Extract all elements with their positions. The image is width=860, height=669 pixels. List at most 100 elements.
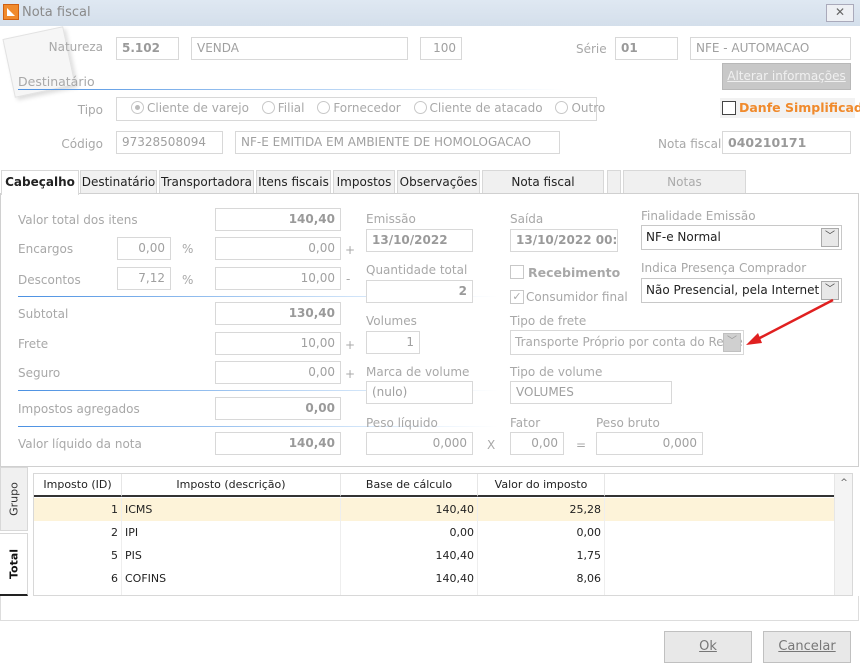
column-header-id[interactable]: Imposto (ID) — [34, 474, 122, 497]
encargos-pct-field[interactable]: 0,00 — [117, 237, 171, 260]
plus-sign: + — [345, 338, 356, 352]
alterar-informacoes-button[interactable]: Alterar informações — [722, 63, 851, 90]
radio-outro[interactable]: Outro — [555, 101, 605, 115]
column-header-valor[interactable]: Valor do imposto — [478, 474, 605, 497]
app-icon — [3, 4, 19, 20]
subtotal-field[interactable]: 130,40 — [215, 302, 341, 325]
tab-notas-referenciadas[interactable]: Notas Referenciadas — [623, 170, 746, 211]
tab-impostos[interactable]: Impostos — [333, 170, 395, 194]
column-header-descricao[interactable]: Imposto (descrição) — [122, 474, 341, 497]
descontos-pct-field[interactable]: 7,12 — [117, 267, 171, 290]
cell-base: 140,40 — [341, 567, 478, 590]
fator-field[interactable]: 0,00 — [510, 432, 564, 455]
tipo-volume-field[interactable]: VOLUMES — [510, 381, 672, 404]
tab-nota-fiscal-eletronica[interactable]: Nota fiscal eletrônica — [482, 170, 604, 211]
codigo-desc-field[interactable]: NF-E EMITIDA EM AMBIENTE DE HOMOLOGACAO — [235, 131, 560, 154]
tab-itens-fiscais[interactable]: Itens fiscais — [256, 170, 331, 194]
cell-id: 6 — [34, 567, 122, 590]
natureza-code-field[interactable]: 5.102 — [116, 37, 179, 60]
saida-field[interactable]: 13/10/2022 00:0 — [510, 229, 618, 252]
panel-footer — [0, 596, 859, 621]
tab-transportadora[interactable]: Transportadora — [159, 170, 254, 194]
column-header-base[interactable]: Base de cálculo — [341, 474, 478, 497]
tab-observacoes[interactable]: Observações — [397, 170, 480, 194]
checkbox-icon — [510, 265, 524, 279]
peso-bruto-field[interactable]: 0,000 — [596, 432, 703, 455]
volumes-label: Volumes — [366, 314, 417, 328]
marca-volume-label: Marca de volume — [366, 365, 470, 379]
seguro-field[interactable]: 0,00 — [215, 361, 341, 384]
radio-fornecedor[interactable]: Fornecedor — [317, 101, 401, 115]
encargos-value-field[interactable]: 0,00 — [215, 237, 341, 260]
danfe-simplificado-checkbox[interactable]: Danfe Simplificado — [720, 98, 860, 118]
table-row[interactable]: 1 ICMS 140,40 25,28 — [34, 498, 834, 521]
destinatario-section-label: Destinatário — [18, 74, 95, 89]
tab-destinatario[interactable]: Destinatário — [80, 170, 157, 194]
serie-code-field[interactable]: 01 — [615, 37, 678, 60]
nota-fiscal-field[interactable]: 040210171 — [722, 131, 851, 154]
equals-sign: = — [576, 438, 587, 452]
side-tab-grupo[interactable]: Grupo — [0, 467, 28, 531]
radio-icon — [555, 101, 569, 114]
valor-liquido-field[interactable]: 140,40 — [215, 432, 341, 455]
natureza-desc-field[interactable]: VENDA — [191, 37, 408, 60]
quantidade-total-field[interactable]: 2 — [366, 280, 473, 303]
seguro-label: Seguro — [18, 366, 61, 380]
finalidade-label: Finalidade Emissão — [641, 209, 756, 223]
peso-liquido-field[interactable]: 0,000 — [366, 432, 473, 455]
minus-sign: - — [346, 272, 351, 286]
percent-sign: % — [182, 273, 194, 287]
tipo-frete-select[interactable]: Transporte Próprio por conta do Remetent… — [510, 330, 744, 355]
tipo-frete-value: Transporte Próprio por conta do Remetent… — [515, 335, 743, 349]
serie-desc-field[interactable]: NFE - AUTOMACAO — [690, 37, 851, 60]
emissao-field[interactable]: 13/10/2022 — [366, 229, 473, 252]
cell-valor: 8,06 — [478, 567, 605, 590]
ok-button[interactable]: Ok — [664, 631, 752, 663]
descontos-value-field[interactable]: 10,00 — [215, 267, 341, 290]
cell-base: 140,40 — [341, 498, 478, 521]
cell-desc: ICMS — [122, 498, 341, 521]
table-row[interactable]: 5 PIS 140,40 1,75 — [34, 544, 834, 567]
tab-cabecalho[interactable]: Cabeçalho — [1, 170, 79, 195]
close-button[interactable]: ✕ — [826, 4, 854, 22]
radio-icon — [413, 101, 427, 114]
cancel-button[interactable]: Cancelar — [763, 631, 851, 663]
radio-cliente-atacado[interactable]: Cliente de atacado — [413, 101, 543, 115]
impostos-agregados-label: Impostos agregados — [18, 402, 140, 416]
valor-total-itens-field[interactable]: 140,40 — [215, 208, 341, 231]
volumes-field[interactable]: 1 — [366, 331, 420, 354]
valor-total-itens-label: Valor total dos itens — [18, 213, 138, 227]
cell-id: 5 — [34, 544, 122, 567]
consumidor-final-checkbox[interactable]: ✓ Consumidor final — [510, 289, 630, 307]
peso-bruto-label: Peso bruto — [596, 416, 660, 430]
marca-volume-field[interactable]: (nulo) — [366, 381, 473, 404]
danfe-simplificado-label: Danfe Simplificado — [739, 100, 860, 115]
vertical-scrollbar[interactable]: ^ — [834, 474, 852, 595]
recebimento-checkbox[interactable]: Recebimento — [510, 264, 620, 282]
impostos-grid: Imposto (ID) Imposto (descrição) Base de… — [33, 473, 853, 596]
chevron-down-icon[interactable]: ﹀ — [723, 333, 741, 352]
radio-filial[interactable]: Filial — [261, 101, 304, 115]
multiply-sign: X — [487, 438, 496, 452]
cell-base: 0,00 — [341, 521, 478, 544]
radio-cliente-varejo[interactable]: Cliente de varejo — [131, 101, 249, 115]
natureza-num-field[interactable]: 100 — [420, 37, 462, 60]
column-header-empty — [605, 474, 834, 497]
finalidade-select[interactable]: NF-e Normal ﹀ — [641, 225, 842, 250]
table-row[interactable]: 2 IPI 0,00 0,00 — [34, 521, 834, 544]
impostos-agregados-field[interactable]: 0,00 — [215, 397, 341, 420]
frete-field[interactable]: 10,00 — [215, 332, 341, 355]
codigo-label: Código — [61, 137, 103, 151]
table-row[interactable]: 6 COFINS 140,40 8,06 — [34, 567, 834, 590]
checkbox-icon — [722, 101, 736, 115]
codigo-field[interactable]: 97328508094 — [116, 131, 223, 154]
side-tab-total[interactable]: Total — [0, 533, 28, 596]
plus-sign: + — [345, 367, 356, 381]
encargos-label: Encargos — [18, 242, 74, 256]
cell-valor: 1,75 — [478, 544, 605, 567]
red-arrow-annotation — [746, 298, 834, 345]
cell-id: 2 — [34, 521, 122, 544]
descontos-label: Descontos — [18, 273, 81, 287]
tab-blank[interactable] — [607, 170, 621, 194]
chevron-down-icon[interactable]: ﹀ — [821, 228, 839, 247]
